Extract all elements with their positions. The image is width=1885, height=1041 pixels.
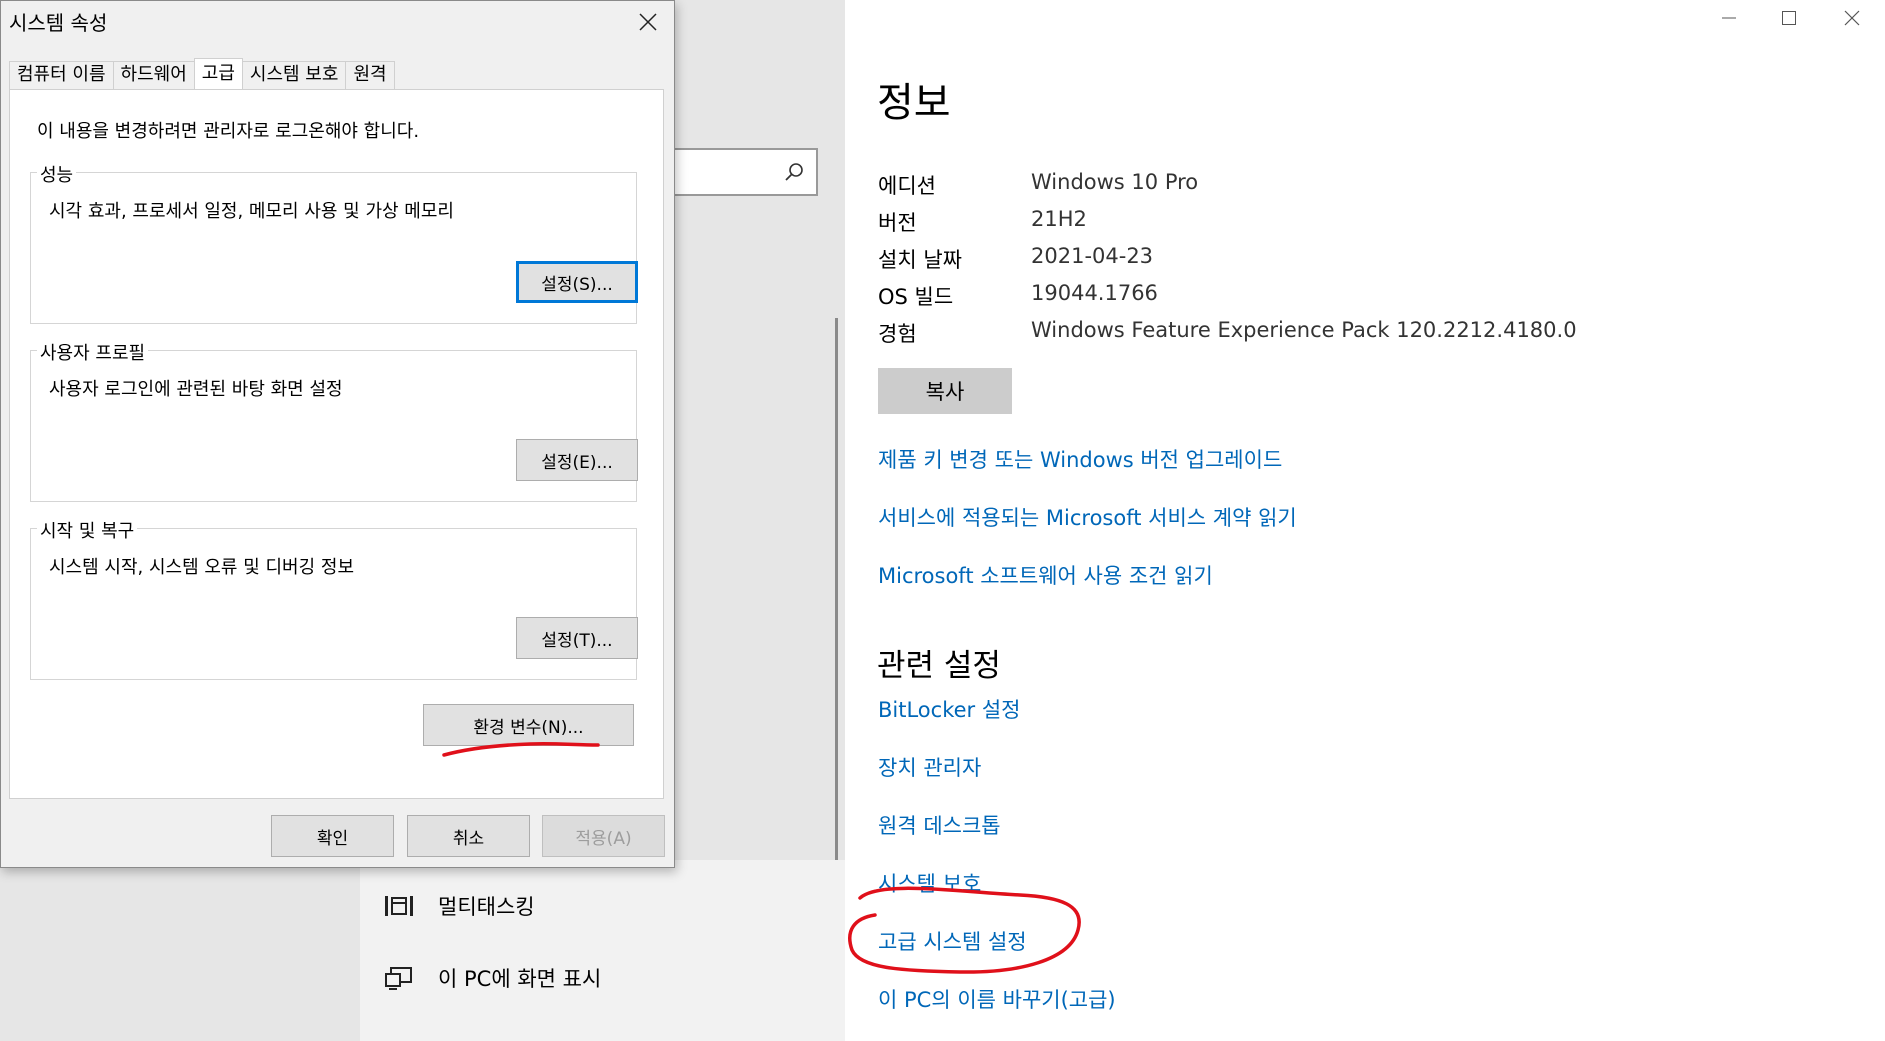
page-title: 정보: [877, 80, 951, 126]
minimize-button[interactable]: [1700, 0, 1758, 36]
group-label: 시작 및 복구: [37, 517, 138, 543]
link-service-agreement[interactable]: 서비스에 적용되는 Microsoft 서비스 계약 읽기: [878, 502, 1297, 532]
link-license-terms[interactable]: Microsoft 소프트웨어 사용 조건 읽기: [878, 560, 1213, 590]
advanced-tab-panel: 이 내용을 변경하려면 관리자로 로그온해야 합니다. 성능 시각 효과, 프로…: [9, 89, 664, 799]
startup-recovery-settings-button[interactable]: 설정(T)...: [516, 617, 638, 659]
tab-advanced[interactable]: 고급: [193, 58, 243, 90]
link-rename-pc[interactable]: 이 PC의 이름 바꾸기(고급): [878, 984, 1116, 1014]
spec-key: 설치 날짜: [878, 248, 962, 272]
project-icon: [385, 967, 412, 990]
multitasking-icon: [385, 896, 413, 916]
group-description: 사용자 로그인에 관련된 바탕 화면 설정: [49, 379, 343, 400]
tab-hardware[interactable]: 하드웨어: [112, 61, 195, 89]
close-icon: [1844, 10, 1860, 26]
link-remote-desktop[interactable]: 원격 데스크톱: [878, 810, 1001, 840]
spec-value: 21H2: [1031, 207, 1087, 231]
spec-value: 19044.1766: [1031, 281, 1158, 305]
spec-value: 2021-04-23: [1031, 244, 1154, 268]
user-profiles-settings-button[interactable]: 설정(E)...: [516, 439, 638, 481]
spec-key: 경험: [878, 322, 917, 346]
copy-button[interactable]: 복사: [878, 368, 1012, 414]
link-device-manager[interactable]: 장치 관리자: [878, 752, 981, 782]
tab-computer-name[interactable]: 컴퓨터 이름: [9, 61, 114, 89]
spec-row-os-build: OS 빌드 19044.1766: [878, 281, 1158, 311]
nav-item-project[interactable]: 이 PC에 화면 표시: [384, 958, 601, 998]
tab-remote[interactable]: 원격: [345, 61, 395, 89]
group-user-profiles: 사용자 프로필 사용자 로그인에 관련된 바탕 화면 설정 설정(E)...: [30, 339, 638, 502]
ok-button[interactable]: 확인: [271, 815, 394, 857]
close-button[interactable]: [1823, 0, 1881, 36]
nav-pane: 멀티태스킹 이 PC에 화면 표시: [360, 860, 845, 1041]
maximize-button[interactable]: [1760, 0, 1818, 36]
minimize-icon: [1722, 17, 1736, 19]
link-system-protection[interactable]: 시스템 보호: [878, 868, 981, 898]
nav-item-label: 멀티태스킹: [438, 895, 535, 919]
spec-row-experience: 경험 Windows Feature Experience Pack 120.2…: [878, 318, 1577, 348]
spec-row-version: 버전 21H2: [878, 207, 1087, 237]
spec-key: 버전: [878, 211, 917, 235]
dialog-title: 시스템 속성: [9, 11, 108, 35]
close-icon: [639, 13, 657, 31]
maximize-icon: [1782, 11, 1796, 25]
apply-button[interactable]: 적용(A): [542, 815, 665, 857]
group-startup-recovery: 시작 및 복구 시스템 시작, 시스템 오류 및 디버깅 정보 설정(T)...: [30, 517, 638, 680]
group-description: 시각 효과, 프로세서 일정, 메모리 사용 및 가상 메모리: [49, 201, 454, 222]
spec-key: 에디션: [878, 174, 936, 198]
dialog-close-button[interactable]: [630, 7, 666, 37]
about-page: 정보 에디션 Windows 10 Pro 버전 21H2 설치 날짜 2021…: [845, 0, 1885, 1041]
spec-row-edition: 에디션 Windows 10 Pro: [878, 170, 1198, 200]
link-bitlocker[interactable]: BitLocker 설정: [878, 694, 1020, 724]
link-change-product-key[interactable]: 제품 키 변경 또는 Windows 버전 업그레이드: [878, 444, 1282, 474]
system-properties-dialog: 시스템 속성 컴퓨터 이름 하드웨어 고급 시스템 보호 원격 이 내용을 변경…: [0, 0, 675, 868]
related-settings-title: 관련 설정: [877, 648, 1001, 684]
spec-value: Windows Feature Experience Pack 120.2212…: [1031, 318, 1577, 342]
performance-settings-button[interactable]: 설정(S)...: [516, 261, 638, 303]
environment-variables-button[interactable]: 환경 변수(N)...: [423, 704, 634, 746]
cancel-button[interactable]: 취소: [407, 815, 530, 857]
nav-item-multitasking[interactable]: 멀티태스킹: [384, 886, 535, 926]
spec-row-install-date: 설치 날짜 2021-04-23: [878, 244, 1153, 274]
group-description: 시스템 시작, 시스템 오류 및 디버깅 정보: [49, 557, 355, 578]
admin-note: 이 내용을 변경하려면 관리자로 로그온해야 합니다.: [37, 121, 420, 142]
tab-strip: 컴퓨터 이름 하드웨어 고급 시스템 보호 원격: [9, 58, 395, 90]
spec-key: OS 빌드: [878, 285, 954, 309]
group-performance: 성능 시각 효과, 프로세서 일정, 메모리 사용 및 가상 메모리 설정(S)…: [30, 161, 638, 324]
spec-value: Windows 10 Pro: [1031, 170, 1199, 194]
search-icon: [785, 163, 803, 181]
nav-item-label: 이 PC에 화면 표시: [438, 967, 602, 991]
group-label: 성능: [37, 161, 77, 187]
tab-system-protection[interactable]: 시스템 보호: [241, 61, 347, 89]
link-advanced-system-settings[interactable]: 고급 시스템 설정: [878, 926, 1027, 956]
group-label: 사용자 프로필: [37, 339, 149, 365]
